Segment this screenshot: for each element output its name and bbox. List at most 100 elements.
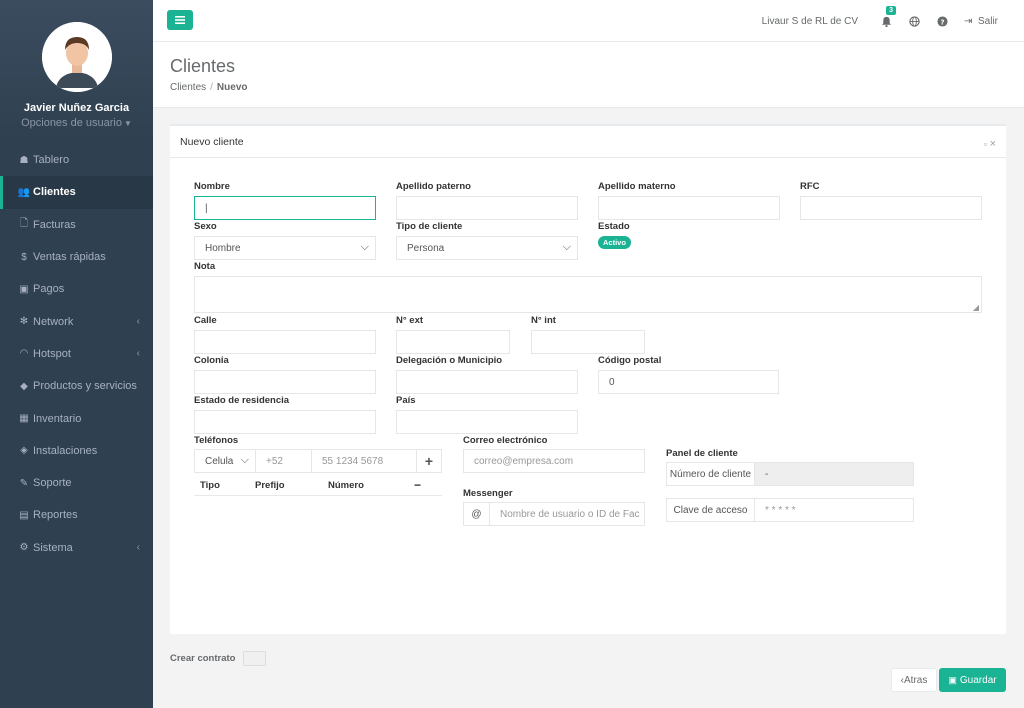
- messenger-input[interactable]: Nombre de usuario o ID de Fac: [489, 502, 645, 526]
- user-options-label: Opciones de usuario: [21, 117, 122, 129]
- nombre-input[interactable]: |: [194, 196, 376, 220]
- breadcrumb-separator: /: [210, 82, 213, 93]
- sidebar-item-label: Hotspot: [33, 347, 71, 360]
- notifications-button[interactable]: 3: [872, 5, 900, 27]
- save-button[interactable]: ▣ Guardar: [939, 668, 1006, 692]
- clave-acceso-placeholder: * * * * *: [765, 504, 796, 516]
- user-options-dropdown[interactable]: Opciones de usuario ▼: [0, 117, 153, 129]
- floppy-icon: ▣: [948, 674, 957, 685]
- save-icon[interactable]: ▫: [984, 139, 987, 149]
- sidebar-item-pagos[interactable]: ▣ Pagos: [0, 273, 153, 305]
- num-ext-input[interactable]: [396, 330, 510, 354]
- panel-tools: ▫ ×: [984, 138, 996, 150]
- money-icon: ▣: [19, 283, 29, 295]
- sidebar-item-label: Productos y servicios: [33, 380, 137, 393]
- col-prefijo: Prefijo: [255, 480, 285, 491]
- back-button[interactable]: ‹ Atras: [891, 668, 937, 692]
- dollar-icon: $: [21, 251, 27, 263]
- messenger-placeholder: Nombre de usuario o ID de Fac: [500, 508, 640, 520]
- delegacion-input[interactable]: [396, 370, 578, 394]
- codigo-postal-value: 0: [609, 376, 615, 388]
- numero-cliente-label: Número de cliente: [666, 462, 755, 486]
- chevron-down-icon: ⌵: [360, 241, 369, 253]
- sidebar: Javier Nuñez Garcia Opciones de usuario ▼…: [0, 0, 153, 708]
- codigo-postal-input[interactable]: 0: [598, 370, 779, 394]
- globe-button[interactable]: [900, 15, 928, 27]
- numero-cliente-field: -: [754, 462, 914, 486]
- sidebar-item-tablero[interactable]: ☗ Tablero: [0, 144, 153, 176]
- help-button[interactable]: ?: [928, 15, 956, 27]
- sidebar-item-network[interactable]: ✻ Network ‹: [0, 305, 153, 337]
- sidebar-item-hotspot[interactable]: ◠ Hotspot ‹: [0, 338, 153, 370]
- sidebar-item-label: Inventario: [33, 412, 82, 425]
- crear-contrato-toggle[interactable]: [243, 651, 266, 666]
- num-ext-label: N° ext: [396, 315, 424, 326]
- user-name: Javier Nuñez Garcia: [23, 102, 130, 114]
- close-icon[interactable]: ×: [990, 138, 996, 150]
- estado-residencia-input[interactable]: [194, 410, 376, 434]
- svg-text:?: ?: [940, 17, 944, 26]
- telefono-prefijo-input[interactable]: +52: [255, 449, 312, 473]
- chevron-left-icon: ‹: [136, 542, 140, 554]
- avatar[interactable]: [41, 22, 112, 92]
- sidebar-item-productos-y-servicios[interactable]: ◆ Productos y servicios: [0, 370, 153, 402]
- calle-input[interactable]: [194, 330, 376, 354]
- nombre-label: Nombre: [194, 181, 230, 192]
- tags-icon: ◆: [20, 380, 28, 392]
- estado-badge[interactable]: Activo: [598, 236, 631, 249]
- apellido-paterno-input[interactable]: [396, 196, 578, 220]
- pais-input[interactable]: [396, 410, 578, 434]
- sidebar-item-soporte[interactable]: ✎ Soporte: [0, 467, 153, 499]
- sidebar-item-label: Facturas: [33, 218, 76, 231]
- users-icon: 👥: [17, 186, 31, 198]
- sidebar-item-ventas-rápidas[interactable]: $ Ventas rápidas: [0, 241, 153, 273]
- sidebar-item-instalaciones[interactable]: ◈ Instalaciones: [0, 435, 153, 467]
- sidebar-item-label: Network: [33, 315, 74, 328]
- logout-button[interactable]: ⇥ Salir: [964, 16, 998, 27]
- sexo-select[interactable]: Hombre ⌵: [194, 236, 376, 260]
- sidebar-item-reportes[interactable]: ▤ Reportes: [0, 499, 153, 531]
- sidebar-item-label: Clientes: [33, 186, 76, 199]
- telefono-tipo-select[interactable]: Celula ⌵: [194, 449, 256, 473]
- sexo-selected: Hombre: [205, 242, 241, 254]
- logout-label: Salir: [977, 15, 998, 27]
- chevron-down-icon: ⌵: [240, 454, 249, 466]
- colonia-input[interactable]: [194, 370, 376, 394]
- sidebar-item-facturas[interactable]: 🗋 Facturas: [0, 209, 153, 241]
- rfc-input[interactable]: [800, 196, 982, 220]
- num-int-label: N° int: [531, 315, 556, 326]
- messenger-label: Messenger: [463, 488, 513, 499]
- apellido-paterno-label: Apellido paterno: [396, 181, 471, 192]
- text-cursor: |: [205, 202, 208, 214]
- sidebar-item-label: Tablero: [33, 154, 70, 167]
- numero-cliente-value: -: [765, 468, 769, 480]
- telefono-numero-input[interactable]: 55 1234 5678: [311, 449, 417, 473]
- breadcrumb-current: Nuevo: [216, 82, 248, 93]
- sidebar-nav: ☗ Tablero 👥 Clientes 🗋 Facturas $ Ventas rápida…: [0, 144, 153, 564]
- panel-cliente-label: Panel de cliente: [666, 448, 738, 459]
- notification-count-badge: 3: [886, 5, 897, 15]
- num-int-input[interactable]: [531, 330, 645, 354]
- add-phone-button[interactable]: +: [416, 449, 442, 473]
- resize-handle-icon[interactable]: ◢: [973, 303, 979, 312]
- clave-acceso-input[interactable]: * * * * *: [754, 498, 914, 522]
- company-name[interactable]: Livaur S de RL de CV: [762, 16, 858, 27]
- sidebar-item-sistema[interactable]: ⚙ Sistema ‹: [0, 532, 153, 564]
- breadcrumb-clientes-link[interactable]: Clientes: [170, 82, 206, 93]
- sidebar-item-label: Instalaciones: [33, 444, 98, 457]
- correo-input[interactable]: correo@empresa.com: [463, 449, 645, 473]
- nota-textarea[interactable]: ◢: [194, 276, 982, 313]
- menu-toggle-button[interactable]: [167, 10, 193, 30]
- wrench-icon: ◈: [20, 445, 28, 457]
- col-numero: Número: [328, 480, 364, 491]
- tipo-cliente-select[interactable]: Persona ⌵: [396, 236, 578, 260]
- at-addon: @: [463, 502, 490, 526]
- correo-label: Correo electrónico: [463, 435, 548, 446]
- minus-icon[interactable]: −: [414, 478, 421, 492]
- sidebar-item-clientes[interactable]: 👥 Clientes: [0, 176, 153, 209]
- globe-icon: [908, 15, 920, 27]
- sidebar-item-inventario[interactable]: ▦ Inventario: [0, 402, 153, 434]
- apellido-materno-input[interactable]: [598, 196, 780, 220]
- at-icon: @: [471, 508, 482, 520]
- tipo-cliente-selected: Persona: [407, 242, 445, 254]
